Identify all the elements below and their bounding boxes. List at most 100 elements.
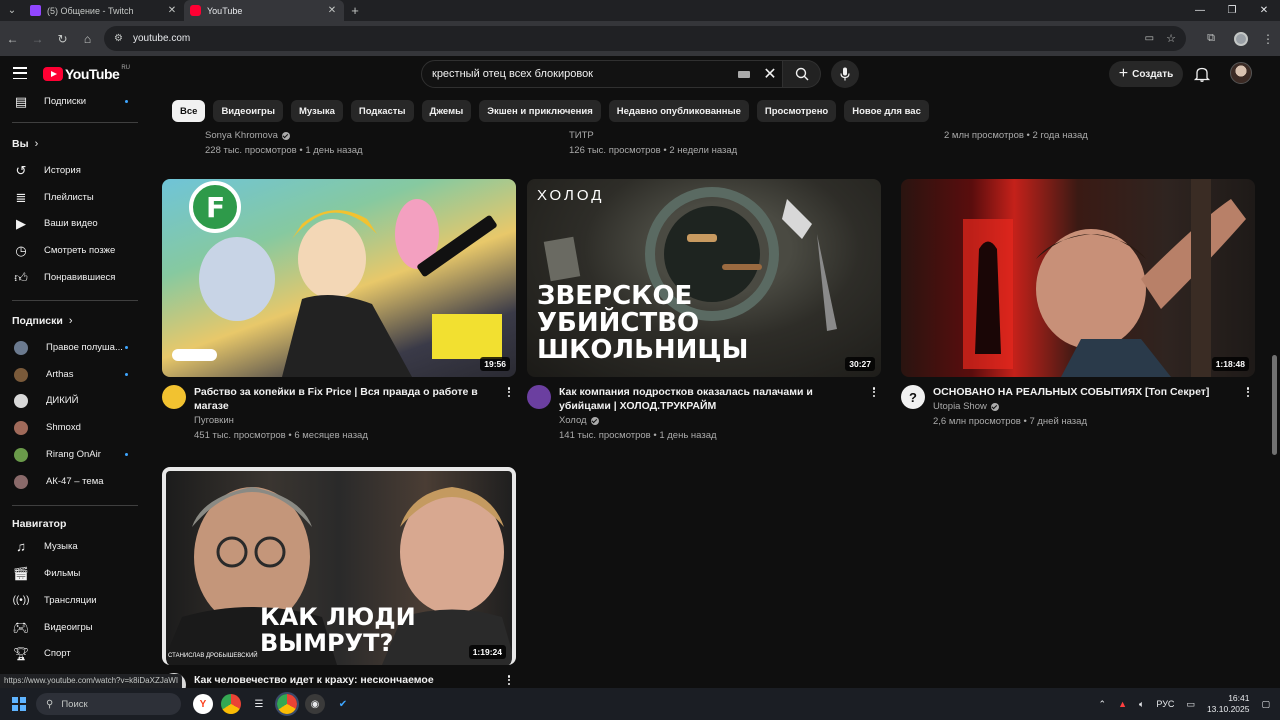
voice-search-button[interactable] bbox=[831, 60, 859, 88]
sidebar-item-sports[interactable]: 🏆︎ Спорт bbox=[0, 640, 150, 667]
more-options-icon[interactable] bbox=[504, 385, 514, 399]
channel-avatar[interactable] bbox=[527, 385, 551, 409]
tray-overflow-chevron-icon[interactable]: ⌃ bbox=[1099, 699, 1107, 710]
tab-search-icon[interactable]: ⌄ bbox=[0, 0, 24, 21]
more-options-icon[interactable] bbox=[869, 385, 879, 399]
bookmark-star-icon[interactable]: ☆ bbox=[1166, 32, 1176, 45]
taskbar-clock[interactable]: 16:41 13.10.2025 bbox=[1207, 693, 1250, 715]
sidebar-channel[interactable]: Правое полуша... bbox=[0, 334, 150, 361]
chrome-icon[interactable] bbox=[221, 694, 241, 714]
extensions-icon[interactable]: ⧉ bbox=[1196, 32, 1226, 45]
tab-close-icon[interactable]: ✕ bbox=[326, 5, 338, 16]
back-arrow-icon[interactable]: ← bbox=[0, 21, 25, 56]
sidebar-item-watch-later[interactable]: ◷ Смотреть позже bbox=[0, 237, 150, 264]
sidebar-item-music[interactable]: ♫ Музыка bbox=[0, 533, 150, 560]
video-card[interactable]: КАК ЛЮДИ ВЫМРУТ? СТАНИСЛАВ ДРОБЫШЕВСКИЙ … bbox=[162, 467, 516, 701]
video-thumbnail[interactable]: КАК ЛЮДИ ВЫМРУТ? СТАНИСЛАВ ДРОБЫШЕВСКИЙ … bbox=[162, 467, 516, 665]
twitch-favicon-icon bbox=[30, 5, 41, 16]
channel-name[interactable]: ТИТР bbox=[569, 130, 594, 141]
video-title[interactable]: ОСНОВАНО НА РЕАЛЬНЫХ СОБЫТИЯХ [Топ Секре… bbox=[933, 385, 1233, 399]
lang-indicator[interactable]: РУС bbox=[1156, 699, 1174, 709]
more-options-icon[interactable] bbox=[504, 673, 514, 687]
taskbar-search[interactable]: ⚲ Поиск bbox=[36, 693, 181, 715]
display-icon[interactable]: ▭ bbox=[1186, 699, 1195, 710]
channel-name[interactable]: Холод bbox=[559, 415, 587, 426]
youtube-logo[interactable]: YouTube RU bbox=[43, 65, 130, 82]
browser-tab-twitch[interactable]: (5) Общение - Twitch ✕ bbox=[24, 0, 184, 21]
yandex-browser-icon[interactable]: Y bbox=[193, 694, 213, 714]
restore-icon[interactable]: ❐ bbox=[1216, 0, 1248, 21]
video-thumbnail[interactable]: F 19:56 bbox=[162, 179, 516, 377]
page-scrollbar[interactable] bbox=[1272, 355, 1277, 455]
channel-name[interactable]: Sonya Khromova bbox=[205, 130, 278, 141]
video-thumbnail[interactable]: ХОЛОД ЗВЕРСКОЕ УБИЙСТВО ШКОЛЬНИЦЫ 30:27 bbox=[527, 179, 881, 377]
search-button[interactable] bbox=[783, 60, 821, 88]
steam-icon[interactable]: ☰ bbox=[249, 694, 269, 714]
browser-menu-icon[interactable]: ⋮ bbox=[1256, 32, 1280, 46]
close-window-icon[interactable]: ✕ bbox=[1248, 0, 1280, 21]
channel-name[interactable]: Пуговкин bbox=[194, 415, 234, 426]
browser-tab-youtube[interactable]: YouTube ✕ bbox=[184, 0, 344, 21]
sidebar-channel[interactable]: Arthas bbox=[0, 361, 150, 388]
obs-icon[interactable]: ◉ bbox=[305, 694, 325, 714]
channel-avatar[interactable]: ? bbox=[901, 385, 925, 409]
sidebar-item-movies[interactable]: 🎬︎ Фильмы bbox=[0, 560, 150, 587]
sidebar-channel[interactable]: Shmoxd bbox=[0, 414, 150, 441]
sidebar-item-playlists[interactable]: ≣ Плейлисты bbox=[0, 184, 150, 211]
address-bar[interactable]: ⚙ youtube.com ▭ ☆ bbox=[104, 26, 1186, 51]
cast-icon[interactable]: ▭ bbox=[1145, 33, 1154, 44]
home-icon[interactable]: ⌂ bbox=[75, 21, 100, 56]
clear-search-icon[interactable]: ✕ bbox=[758, 64, 782, 84]
windows-start-icon[interactable] bbox=[12, 697, 26, 711]
channel-avatar[interactable] bbox=[162, 385, 186, 409]
notifications-icon[interactable]: ▢ bbox=[1261, 699, 1270, 710]
site-info-icon[interactable]: ⚙ bbox=[114, 33, 123, 44]
forward-arrow-icon[interactable]: → bbox=[25, 21, 50, 56]
browser-profile-avatar[interactable] bbox=[1234, 31, 1248, 46]
sidebar-channel[interactable]: АК-47 – тема bbox=[0, 468, 150, 495]
chip-music[interactable]: Музыка bbox=[290, 100, 343, 122]
notifications-bell-icon[interactable] bbox=[1193, 65, 1211, 83]
video-card[interactable]: 1:18:48 ? ОСНОВАНО НА РЕАЛЬНЫХ СОБЫТИЯХ … bbox=[901, 179, 1255, 427]
video-card[interactable]: F 19:56 Рабство за копейки в Fix Price |… bbox=[162, 179, 516, 441]
search-input[interactable]: крестный отец всех блокировок ✕ bbox=[421, 60, 783, 88]
chip-new-for-you[interactable]: Новое для вас bbox=[844, 100, 929, 122]
reload-icon[interactable]: ↻ bbox=[50, 21, 75, 56]
minimize-icon[interactable]: — bbox=[1184, 0, 1216, 21]
sidebar-item-history[interactable]: ↺ История bbox=[0, 157, 150, 184]
new-tab-plus-icon[interactable]: + bbox=[344, 3, 366, 18]
chip-action-adventure[interactable]: Экшен и приключения bbox=[479, 100, 601, 122]
chip-watched[interactable]: Просмотрено bbox=[756, 100, 837, 122]
create-button[interactable]: + Создать bbox=[1109, 61, 1183, 87]
tray-app-icon[interactable]: ▲ bbox=[1118, 699, 1127, 709]
vpn-app-icon[interactable]: ✔ bbox=[333, 694, 353, 714]
sidebar-item-subscriptions[interactable]: ▤ Подписки bbox=[0, 88, 150, 115]
video-thumbnail[interactable]: 1:18:48 bbox=[901, 179, 1255, 377]
chrome-active-icon[interactable] bbox=[275, 692, 299, 716]
account-avatar[interactable] bbox=[1230, 62, 1252, 84]
new-content-dot bbox=[125, 100, 128, 103]
volume-icon[interactable]: 🔈︎ bbox=[1139, 699, 1144, 710]
thumbnail-text-line: ВЫМРУТ? bbox=[260, 629, 394, 657]
sidebar-item-live[interactable]: ((•)) Трансляции bbox=[0, 587, 150, 614]
sidebar-you-heading[interactable]: Вы › bbox=[12, 138, 38, 150]
sidebar-item-your-videos[interactable]: ▶ Ваши видео bbox=[0, 210, 150, 237]
sidebar-subscriptions-heading[interactable]: Подписки › bbox=[12, 315, 73, 327]
chip-podcasts[interactable]: Подкасты bbox=[350, 100, 414, 122]
chip-videogames[interactable]: Видеоигры bbox=[213, 100, 283, 122]
tab-close-icon[interactable]: ✕ bbox=[166, 5, 178, 16]
video-card[interactable]: ХОЛОД ЗВЕРСКОЕ УБИЙСТВО ШКОЛЬНИЦЫ 30:27 … bbox=[527, 179, 881, 441]
chip-recently-uploaded[interactable]: Недавно опубликованные bbox=[608, 100, 749, 122]
keyboard-icon[interactable] bbox=[738, 70, 750, 78]
chip-jams[interactable]: Джемы bbox=[421, 100, 472, 122]
sidebar-channel[interactable]: Rirang OnAir bbox=[0, 441, 150, 468]
sidebar-item-gaming[interactable]: 🎮︎ Видеоигры bbox=[0, 614, 150, 641]
video-title[interactable]: Рабство за копейки в Fix Price | Вся пра… bbox=[194, 385, 494, 413]
channel-name[interactable]: Utopia Show bbox=[933, 401, 987, 412]
more-options-icon[interactable] bbox=[1243, 385, 1253, 399]
hamburger-menu-icon[interactable] bbox=[13, 67, 27, 79]
video-title[interactable]: Как компания подростков оказалась палача… bbox=[559, 385, 859, 413]
sidebar-item-liked[interactable]: 👍︎ Понравившиеся bbox=[0, 264, 150, 291]
chip-all[interactable]: Все bbox=[172, 100, 206, 122]
sidebar-channel[interactable]: ДИКИЙ bbox=[0, 387, 150, 414]
